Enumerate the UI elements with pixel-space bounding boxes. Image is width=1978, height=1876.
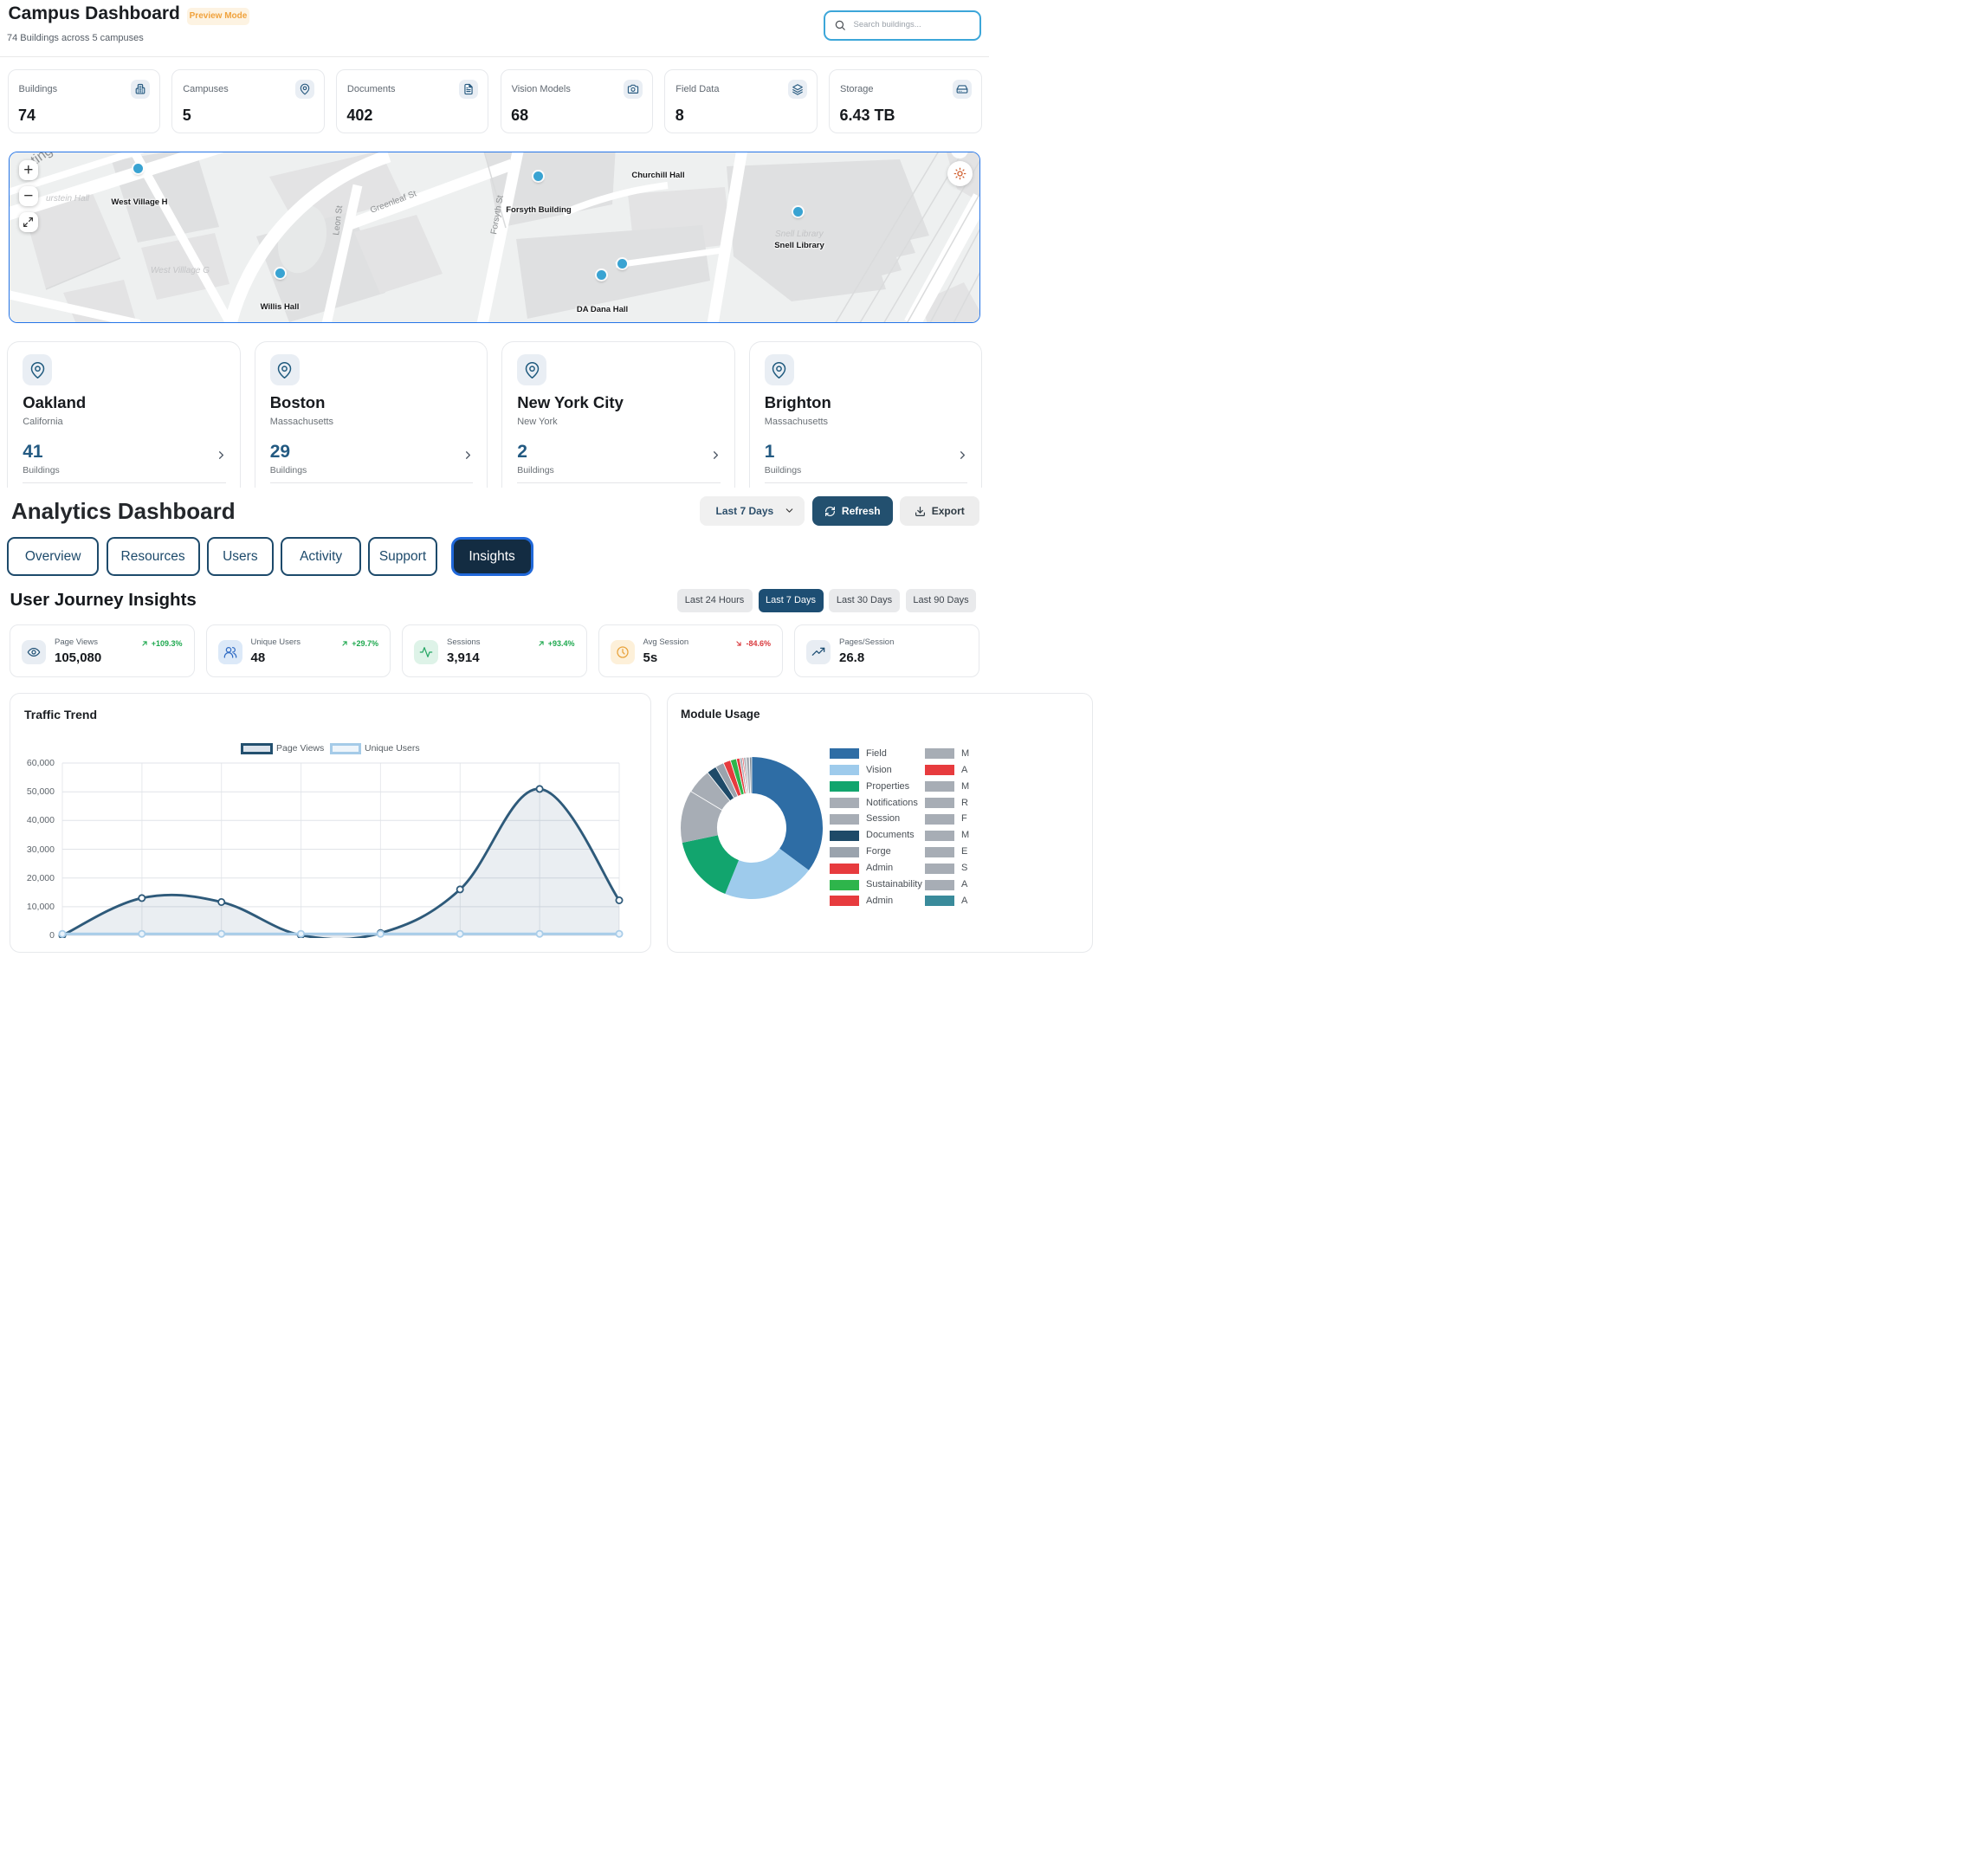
svg-text:Snell Library: Snell Library bbox=[775, 230, 824, 239]
svg-text:West Villlage G: West Villlage G bbox=[151, 266, 210, 275]
